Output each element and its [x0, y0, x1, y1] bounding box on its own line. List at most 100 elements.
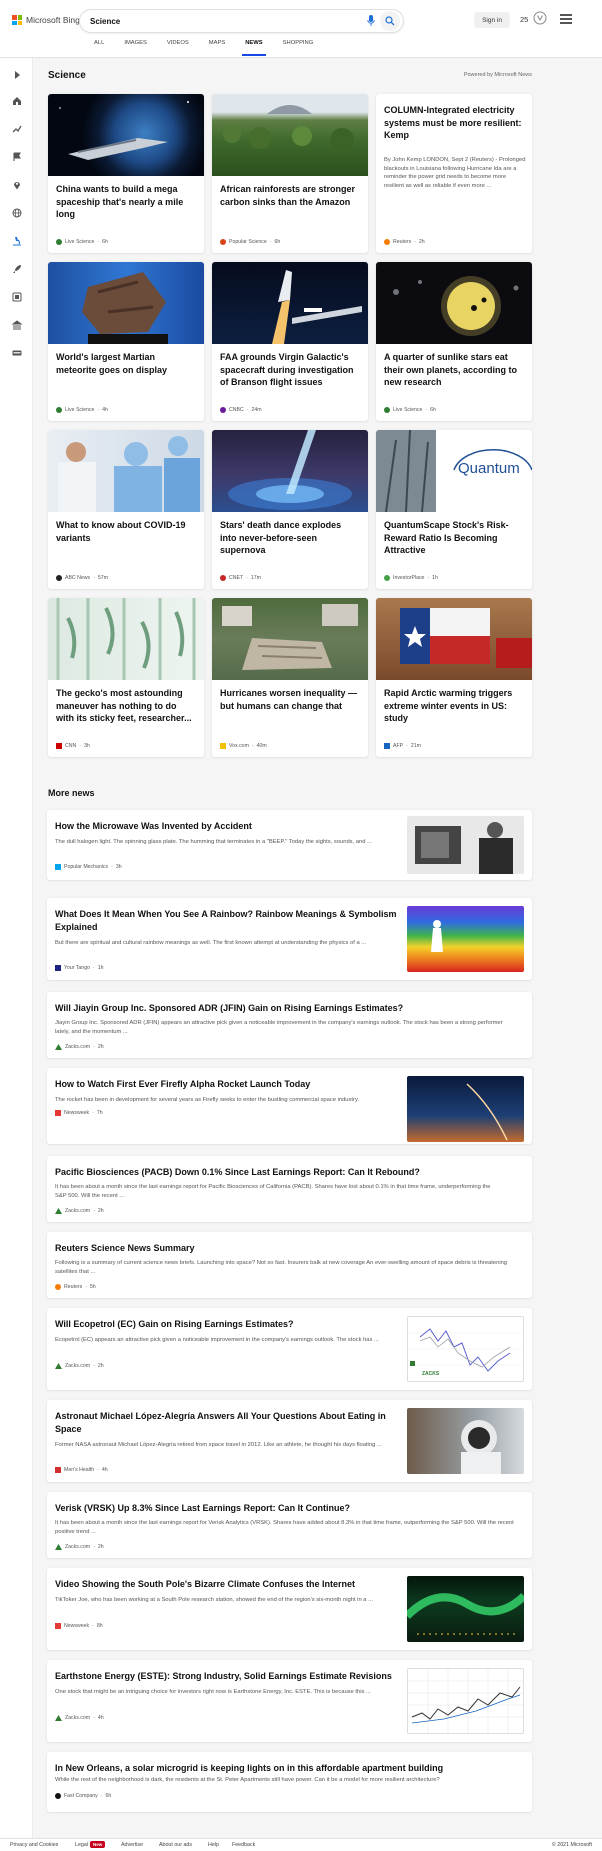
source-logo-icon	[55, 1793, 61, 1799]
card-source: Live Science · 6h	[56, 239, 108, 245]
card-title[interactable]: Hurricanes worsen inequality — but human…	[220, 687, 360, 712]
card-title[interactable]: COLUMN-Integrated electricity systems mu…	[384, 104, 524, 142]
news-card[interactable]: What to know about COVID-19 variants ABC…	[48, 430, 204, 589]
bing-logo[interactable]: Microsoft Bing	[12, 15, 80, 25]
item-title[interactable]: Earthstone Energy (ESTE): Strong Industr…	[55, 1670, 400, 1683]
item-title[interactable]: Astronaut Michael López-Alegría Answers …	[55, 1410, 400, 1435]
expand-icon[interactable]	[10, 68, 23, 81]
news-list-item[interactable]: Video Showing the South Pole's Bizarre C…	[47, 1568, 532, 1650]
about-ads-link[interactable]: About our ads	[159, 1842, 192, 1848]
news-list-item[interactable]: Will Jiayin Group Inc. Sponsored ADR (JF…	[47, 992, 532, 1058]
news-card[interactable]: African rainforests are stronger carbon …	[212, 94, 368, 253]
card-title[interactable]: African rainforests are stronger carbon …	[220, 183, 360, 208]
stock-chart-image: ZACKS	[407, 1316, 524, 1382]
location-pin-icon[interactable]	[10, 178, 23, 191]
item-title[interactable]: Will Jiayin Group Inc. Sponsored ADR (JF…	[55, 1002, 525, 1015]
advertise-link[interactable]: Advertise	[121, 1842, 143, 1848]
news-card[interactable]: World's largest Martian meteorite goes o…	[48, 262, 204, 421]
news-list-item[interactable]: Reuters Science News Summary Following i…	[47, 1232, 532, 1298]
microphone-icon[interactable]	[367, 15, 375, 27]
tab-shopping[interactable]: SHOPPING	[273, 40, 324, 56]
source-logo-icon	[56, 575, 62, 581]
zacks-logo-icon	[55, 1544, 62, 1550]
rewards-points[interactable]: 25	[520, 15, 528, 24]
news-card[interactable]: Rapid Arctic warming triggers extreme wi…	[376, 598, 532, 757]
news-card[interactable]: Quantum QuantumScape Stock's Risk-Reward…	[376, 430, 532, 589]
hamburger-menu-icon[interactable]	[560, 14, 572, 24]
card-title[interactable]: QuantumScape Stock's Risk-Reward Ratio I…	[384, 519, 524, 557]
card-title[interactable]: Rapid Arctic warming triggers extreme wi…	[384, 687, 524, 725]
card-title[interactable]: What to know about COVID-19 variants	[56, 519, 196, 544]
rocket-launch-image	[407, 1076, 524, 1142]
item-title[interactable]: Will Ecopetrol (EC) Gain on Rising Earni…	[55, 1318, 400, 1331]
feedback-link[interactable]: Feedback	[232, 1842, 255, 1848]
item-title[interactable]: In New Orleans, a solar microgrid is kee…	[55, 1762, 525, 1775]
card-title[interactable]: China wants to build a mega spaceship th…	[56, 183, 196, 221]
source-logo-icon	[56, 743, 62, 749]
news-list-item[interactable]: How the Microwave Was Invented by Accide…	[47, 810, 532, 880]
tab-news[interactable]: NEWS	[235, 40, 272, 56]
zacks-logo-icon	[55, 1044, 62, 1050]
news-card[interactable]: China wants to build a mega spaceship th…	[48, 94, 204, 253]
item-snippet: While the rest of the neighborhood is da…	[55, 1777, 440, 1783]
tab-all[interactable]: ALL	[84, 40, 114, 56]
news-card[interactable]: FAA grounds Virgin Galactic's spacecraft…	[212, 262, 368, 421]
item-title[interactable]: What Does It Mean When You See A Rainbow…	[55, 908, 400, 933]
rocket-icon[interactable]	[10, 262, 23, 275]
news-list-item[interactable]: Pacific Biosciences (PACB) Down 0.1% Sin…	[47, 1156, 532, 1222]
legal-link[interactable]: Legal New	[75, 1841, 106, 1848]
item-source: Zacks.com · 2h	[55, 1544, 104, 1550]
card-source: CNN · 3h	[56, 743, 90, 749]
help-link[interactable]: Help	[208, 1842, 219, 1848]
item-snippet: Following is a summary of current scienc…	[55, 1260, 508, 1275]
privacy-link[interactable]: Privacy and Cookies	[10, 1842, 58, 1848]
card-title[interactable]: FAA grounds Virgin Galactic's spacecraft…	[220, 351, 360, 389]
item-source: Fast Company · 6h	[55, 1793, 111, 1799]
news-list-item[interactable]: What Does It Mean When You See A Rainbow…	[47, 898, 532, 980]
news-list-item[interactable]: How to Watch First Ever Firefly Alpha Ro…	[47, 1068, 532, 1144]
item-source: Popular Mechanics · 3h	[55, 864, 122, 870]
entertainment-icon[interactable]	[10, 290, 23, 303]
globe-icon[interactable]	[10, 206, 23, 219]
news-list-item[interactable]: In New Orleans, a solar microgrid is kee…	[47, 1752, 532, 1812]
rewards-medal-icon[interactable]	[533, 11, 547, 25]
news-list-item[interactable]: Astronaut Michael López-Alegría Answers …	[47, 1400, 532, 1482]
news-list-item[interactable]: Will Ecopetrol (EC) Gain on Rising Earni…	[47, 1308, 532, 1390]
tab-videos[interactable]: VIDEOS	[157, 40, 199, 56]
signin-button[interactable]: Sign in	[474, 12, 510, 28]
home-icon[interactable]	[10, 94, 23, 107]
flag-icon[interactable]	[10, 150, 23, 163]
news-list-item[interactable]: Verisk (VRSK) Up 8.3% Since Last Earning…	[47, 1492, 532, 1558]
item-title[interactable]: Reuters Science News Summary	[55, 1242, 525, 1255]
money-icon[interactable]	[10, 346, 23, 359]
source-logo-icon	[220, 743, 226, 749]
card-title[interactable]: The gecko's most astounding maneuver has…	[56, 687, 196, 725]
microscope-icon[interactable]	[10, 234, 23, 247]
item-title[interactable]: Video Showing the South Pole's Bizarre C…	[55, 1578, 400, 1591]
item-title[interactable]: How to Watch First Ever Firefly Alpha Ro…	[55, 1078, 400, 1091]
hurricane-damage-image	[212, 598, 368, 680]
item-title[interactable]: Verisk (VRSK) Up 8.3% Since Last Earning…	[55, 1502, 525, 1515]
news-card[interactable]: COLUMN-Integrated electricity systems mu…	[376, 94, 532, 253]
source-logo-icon	[384, 575, 390, 581]
news-card[interactable]: Hurricanes worsen inequality — but human…	[212, 598, 368, 757]
search-input[interactable]	[90, 14, 330, 28]
card-title[interactable]: World's largest Martian meteorite goes o…	[56, 351, 196, 376]
search-button[interactable]	[380, 11, 400, 31]
news-card[interactable]: The gecko's most astounding maneuver has…	[48, 598, 204, 757]
zacks-logo-icon	[55, 1363, 62, 1369]
item-snippet: It has been about a month since the last…	[55, 1184, 491, 1199]
item-title[interactable]: Pacific Biosciences (PACB) Down 0.1% Sin…	[55, 1166, 525, 1179]
news-list-item[interactable]: Earthstone Energy (ESTE): Strong Industr…	[47, 1660, 532, 1742]
card-title[interactable]: Stars' death dance explodes into never-b…	[220, 519, 360, 557]
source-logo-icon	[55, 1467, 61, 1473]
news-card[interactable]: A quarter of sunlike stars eat their own…	[376, 262, 532, 421]
item-title[interactable]: How the Microwave Was Invented by Accide…	[55, 820, 395, 833]
tab-images[interactable]: IMAGES	[114, 40, 157, 56]
tab-maps[interactable]: MAPS	[199, 40, 235, 56]
finance-icon[interactable]	[10, 318, 23, 331]
news-card[interactable]: Stars' death dance explodes into never-b…	[212, 430, 368, 589]
trending-icon[interactable]	[10, 122, 23, 135]
card-title[interactable]: A quarter of sunlike stars eat their own…	[384, 351, 524, 389]
source-logo-icon	[220, 407, 226, 413]
